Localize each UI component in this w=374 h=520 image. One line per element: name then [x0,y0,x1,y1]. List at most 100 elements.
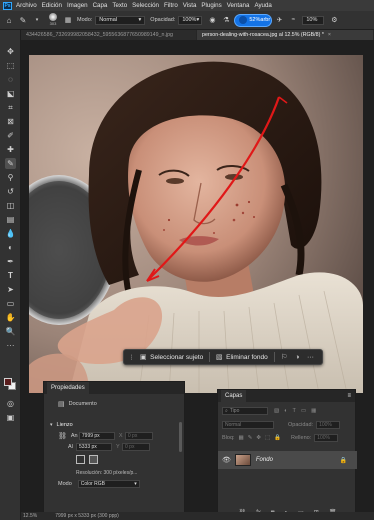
lock-position-icon[interactable]: ✥ [256,435,261,441]
filter-pixel-icon[interactable]: ▧ [274,408,279,414]
smoothing-field[interactable]: 10% [302,15,325,25]
zoom-tool-icon[interactable]: 🔍 [5,326,16,337]
drag-handle-icon[interactable]: ⋮ [127,352,136,362]
menu-ventana[interactable]: Ventana [227,2,250,9]
menu-imagen[interactable]: Imagen [67,2,88,9]
gear-icon[interactable]: ⚙ [329,15,339,25]
chevron-down-icon: ▾ [138,17,142,23]
more-options-icon[interactable]: ··· [306,352,315,362]
lock-all-icon[interactable]: 🔒 [274,435,281,441]
lock-pixels-icon[interactable]: ▦ [239,435,244,441]
color-mode-select[interactable]: Color RGB ▾ [77,480,140,488]
remove-background-label: Eliminar fondo [226,353,268,361]
path-selection-tool-icon[interactable]: ➤ [5,284,16,295]
opacity-field[interactable]: 100% ▾ [178,15,203,25]
clone-stamp-tool-icon[interactable]: ⚲ [5,172,16,183]
foreground-color-swatch[interactable] [4,378,12,386]
y-field[interactable]: 0 px [122,443,150,451]
layer-opacity-field[interactable]: 100% [316,421,341,429]
lock-icon: 🔒 [339,457,347,464]
airbrush-icon[interactable]: ✈ [274,15,284,25]
eraser-tool-icon[interactable]: ◫ [5,200,16,211]
menu-seleccion[interactable]: Selección [132,2,159,9]
menu-plugins[interactable]: Plugins [201,2,221,9]
content-aware-icon[interactable]: ⚐ [280,352,289,362]
brush-tool-icon[interactable]: ✎ [5,158,16,169]
menu-capa[interactable]: Capa [93,2,108,9]
document-dimensions[interactable]: 7999 px x 5333 px (300 ppp) [55,513,119,519]
height-value: 5333 px [79,444,97,450]
rectangle-tool-icon[interactable]: ▭ [5,298,16,309]
chevron-down-icon[interactable]: ▾ [32,15,42,25]
x-field[interactable]: 0 px [124,432,153,440]
more-tools-icon[interactable]: ··· [5,340,16,351]
filter-adjust-icon[interactable]: ◐ [284,408,287,414]
lock-paint-icon[interactable]: ✎ [248,435,253,441]
select-subject-button[interactable]: ▣ Seleccionar sujeto [139,353,203,362]
lock-artboard-icon[interactable]: ⬚ [265,435,270,441]
layer-filter-kind[interactable]: ⌕ Tipo [222,407,268,415]
contextual-task-bar: ⋮ ▣ Seleccionar sujeto ▧ Eliminar fondo … [123,349,323,365]
brush-tool-icon[interactable]: ✎ [18,15,28,25]
remove-background-icon: ▧ [215,354,223,361]
filter-type-icon[interactable]: T [293,408,296,414]
frame-tool-icon[interactable]: ⊠ [5,116,16,127]
landscape-icon[interactable] [89,455,98,464]
lasso-tool-icon[interactable]: ◌ [5,74,16,85]
blend-mode-select[interactable]: Normal [222,421,274,429]
properties-tab[interactable]: Propiedades [47,382,89,394]
pressure-opacity-icon[interactable]: ◉ [207,15,217,25]
tab-label: 434426586_732699982058432_59556368776509… [26,32,173,38]
menu-edicion[interactable]: Edición [42,2,62,9]
crop-tool-icon[interactable]: ⌗ [5,102,16,113]
type-tool-icon[interactable]: T [5,270,16,281]
menu-filtro[interactable]: Filtro [164,2,178,9]
zoom-level[interactable]: 12.5% [23,513,37,519]
smoothing-icon[interactable]: ≈ [288,15,298,25]
menu-archivo[interactable]: Archivo [16,2,37,9]
portrait-icon[interactable] [76,455,85,464]
document-label: Documento [68,401,97,407]
artboard-tool-icon[interactable]: ⬚ [5,60,16,71]
history-brush-tool-icon[interactable]: ↺ [5,186,16,197]
mode-select[interactable]: Normal ▾ [95,15,146,25]
menu-ayuda[interactable]: Ayuda [254,2,271,9]
remove-background-button[interactable]: ▧ Eliminar fondo [215,353,268,362]
dodge-tool-icon[interactable]: ◐ [5,242,16,253]
menu-vista[interactable]: Vista [183,2,197,9]
document-image[interactable] [29,55,363,393]
adjustment-icon[interactable]: ◑ [293,352,302,362]
layer-row-background[interactable]: 👁 Fondo 🔒 [218,451,357,469]
height-field[interactable]: 5333 px [76,443,112,451]
home-icon[interactable]: ⌂ [4,15,14,25]
layers-lock-row: Bloq: ▦ ✎ ✥ ⬚ 🔒 Relleno: 100% [222,434,355,442]
screen-mode-icon[interactable]: ▣ [5,412,16,423]
fill-field[interactable]: 100% [314,434,339,442]
filter-shape-icon[interactable]: ▭ [301,408,306,414]
chevron-down-icon[interactable]: ▾ [50,422,53,428]
menu-texto[interactable]: Texto [112,2,127,9]
brush-settings-icon[interactable]: ▦ [63,15,73,25]
width-field[interactable]: 7999 px [78,432,115,440]
blur-tool-icon[interactable]: 💧 [5,228,16,239]
move-tool-icon[interactable]: ✥ [5,46,16,57]
link-icon[interactable]: ⛓ [58,432,67,440]
properties-scrollbar[interactable] [179,422,182,452]
panel-menu-icon[interactable]: ≡ [347,393,351,399]
brush-preset-picker[interactable]: 303 [46,13,60,27]
tab-document-1[interactable]: 434426586_732699982058432_59556368776509… [21,30,196,40]
flask-icon[interactable]: ⚗ [221,15,231,25]
filter-smart-icon[interactable]: ▦ [311,408,316,414]
object-selection-tool-icon[interactable]: ⬕ [5,88,16,99]
gradient-tool-icon[interactable]: ▤ [5,214,16,225]
quick-mask-icon[interactable]: ◎ [5,398,16,409]
pen-tool-icon[interactable]: ✒ [5,256,16,267]
flow-field[interactable]: 52% arbr [235,14,272,26]
close-icon[interactable]: × [328,32,331,38]
visibility-eye-icon[interactable]: 👁 [222,456,231,464]
hand-tool-icon[interactable]: ✋ [5,312,16,323]
tab-document-2[interactable]: person-dealing-with-rosacea.jpg al 12.5%… [197,30,373,40]
eyedropper-tool-icon[interactable]: ✐ [5,130,16,141]
spot-healing-tool-icon[interactable]: ✚ [5,144,16,155]
layers-tab[interactable]: Capas [221,390,247,402]
